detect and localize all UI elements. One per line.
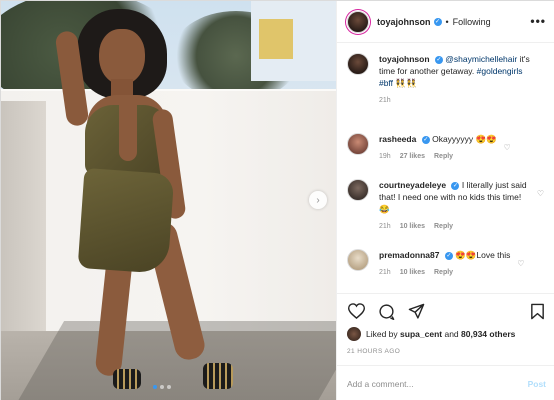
comment-time[interactable]: 19h (379, 153, 391, 160)
comment-body: Okayyyyyy 😍😍 (432, 134, 497, 144)
heart-icon[interactable]: ♡ (517, 259, 524, 268)
caption-username[interactable]: toyajohnson (379, 54, 430, 64)
post-timestamp[interactable]: 21 HOURS AGO (347, 348, 400, 355)
comment-username[interactable]: courtneyadeleye (379, 180, 446, 190)
heart-icon[interactable]: ♡ (504, 143, 511, 152)
comment-icon[interactable] (377, 302, 395, 320)
post-comment-button[interactable]: Post (528, 379, 546, 389)
photo-wall-side (1, 101, 46, 361)
comment-meta: 19h 27 likes Reply (379, 153, 497, 160)
verified-badge-icon: ✓ (434, 55, 443, 64)
action-icons (347, 302, 425, 320)
post-header: toyajohnson ✓ • Following ••• (337, 1, 554, 43)
header-username[interactable]: toyajohnson (377, 17, 431, 27)
bookmark-icon[interactable] (528, 302, 546, 320)
figure-face (99, 29, 145, 85)
heart-icon[interactable] (347, 302, 365, 320)
caption-text: toyajohnson ✓ @shaymichellehair it's tim… (379, 53, 530, 89)
instagram-post: › toyajohnson ✓ • Following ••• toyajohn… (0, 0, 554, 400)
likes-others[interactable]: 80,934 others (461, 329, 515, 339)
comment-input[interactable]: Add a comment... (347, 379, 528, 389)
comment-username[interactable]: premadonna87 (379, 250, 439, 260)
verified-badge-icon: ✓ (421, 135, 430, 144)
heart-icon[interactable]: ♡ (537, 189, 544, 198)
comment-body: 😍😍Love this (455, 250, 511, 260)
comment-meta: 21h 10 likes Reply (379, 269, 510, 276)
avatar[interactable] (347, 327, 361, 341)
reply-button[interactable]: Reply (434, 153, 453, 160)
carousel-dot (160, 385, 164, 389)
following-button[interactable]: Following (453, 17, 491, 27)
verified-badge-icon: ✓ (444, 251, 453, 260)
likes-prefix: Liked by (366, 329, 398, 339)
avatar[interactable] (347, 179, 369, 201)
carousel-dot (153, 385, 157, 389)
figure-sandal (203, 363, 233, 389)
comment-likes[interactable]: 27 likes (400, 153, 425, 160)
share-icon[interactable] (407, 302, 425, 320)
chevron-right-icon: › (316, 194, 320, 206)
caption-meta: 21h (379, 97, 530, 104)
avatar[interactable] (347, 10, 369, 33)
more-options-icon[interactable]: ••• (530, 14, 546, 28)
comments-list[interactable]: toyajohnson ✓ @shaymichellehair it's tim… (337, 53, 554, 293)
caption-time[interactable]: 21h (379, 97, 391, 104)
caption-emoji: 👯👯 (395, 78, 417, 88)
carousel-dot (167, 385, 171, 389)
avatar[interactable] (347, 249, 369, 271)
comment-text: premadonna87 ✓ 😍😍Love this (379, 249, 510, 261)
comment-meta: 21h 10 likes Reply (379, 223, 530, 230)
comment-text: rasheeda ✓ Okayyyyyy 😍😍 (379, 133, 497, 145)
photo-building (251, 1, 336, 81)
comment-likes[interactable]: 10 likes (400, 269, 425, 276)
comment-time[interactable]: 21h (379, 269, 391, 276)
caption: toyajohnson ✓ @shaymichellehair it's tim… (337, 53, 554, 104)
verified-badge-icon: ✓ (451, 181, 460, 190)
likes-summary: Liked by supa_cent and 80,934 others (347, 327, 515, 341)
post-photo[interactable]: › (1, 1, 336, 400)
carousel-dots (153, 385, 171, 389)
comment-time[interactable]: 21h (379, 223, 391, 230)
caption-mention[interactable]: @shaymichellehair (445, 54, 517, 64)
figure-sandal (113, 369, 141, 389)
figure-cutout (119, 105, 137, 161)
comment-likes[interactable]: 10 likes (400, 223, 425, 230)
add-comment-bar: Add a comment... Post (337, 365, 554, 400)
comment: premadonna87 ✓ 😍😍Love this 21h 10 likes … (337, 249, 536, 276)
comment: courtneyadeleye ✓ I literally just said … (337, 179, 554, 230)
verified-badge-icon: ✓ (433, 17, 442, 26)
carousel-next-button[interactable]: › (309, 191, 327, 209)
separator-dot: • (445, 16, 449, 27)
reply-button[interactable]: Reply (434, 223, 453, 230)
avatar[interactable] (347, 53, 369, 75)
photo-window (259, 19, 293, 59)
figure-skirt (77, 167, 175, 275)
comment: rasheeda ✓ Okayyyyyy 😍😍 19h 27 likes Rep… (337, 133, 523, 160)
reply-button[interactable]: Reply (434, 269, 453, 276)
post-sidebar: toyajohnson ✓ • Following ••• toyajohnso… (336, 1, 554, 400)
comment-username[interactable]: rasheeda (379, 134, 416, 144)
likes-liker[interactable]: supa_cent (400, 329, 442, 339)
likes-and: and (444, 329, 459, 339)
comment-text: courtneyadeleye ✓ I literally just said … (379, 179, 530, 215)
avatar[interactable] (347, 133, 369, 155)
